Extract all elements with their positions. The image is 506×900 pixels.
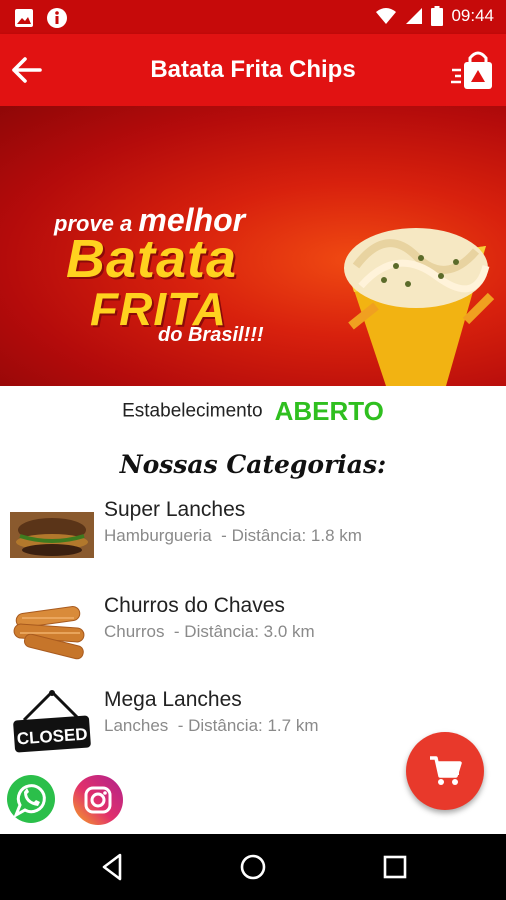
shopping-bag-icon[interactable] xyxy=(450,46,496,92)
battery-icon xyxy=(431,6,444,26)
recents-square-icon[interactable] xyxy=(380,852,410,882)
category-details: Lanches - Distância: 1.7 km xyxy=(104,716,319,735)
category-details: Hamburgueria - Distância: 1.8 km xyxy=(104,526,362,545)
burger-image xyxy=(10,512,94,558)
status-bar: 09:44 xyxy=(0,0,506,34)
whatsapp-icon[interactable] xyxy=(6,774,56,824)
churros-image xyxy=(13,606,85,660)
cart-button[interactable] xyxy=(406,732,484,810)
list-item[interactable]: Super Lanches Hamburgueria - Distância: … xyxy=(0,496,506,576)
open-status-badge: ABERTO xyxy=(274,396,384,426)
banner-line-2: Batata xyxy=(66,229,238,289)
wifi-icon xyxy=(376,8,397,24)
image-icon xyxy=(15,9,33,27)
clock: 09:44 xyxy=(451,6,494,25)
category-name: Super Lanches xyxy=(104,498,246,521)
home-circle-icon[interactable] xyxy=(238,852,268,882)
fries-cone-image xyxy=(344,228,495,386)
shopping-cart-icon xyxy=(430,756,462,785)
info-icon xyxy=(47,8,67,28)
closed-sign-image: CLOSED xyxy=(13,690,91,753)
establishment-label: Estabelecimento xyxy=(122,400,263,422)
categories-heading: Nossas Categorias: xyxy=(119,450,387,479)
promo-banner[interactable]: prove a melhor Batata FRITA do Brasil!!! xyxy=(0,106,506,386)
system-nav-bar xyxy=(0,834,506,900)
banner-line-4: do Brasil!!! xyxy=(158,324,264,346)
category-name: Mega Lanches xyxy=(104,688,242,711)
back-triangle-icon[interactable] xyxy=(98,852,128,882)
app-bar: Batata Frita Chips xyxy=(0,34,506,106)
category-name: Churros do Chaves xyxy=(104,594,285,617)
page-title: Batata Frita Chips xyxy=(150,56,356,83)
category-details: Churros - Distância: 3.0 km xyxy=(104,622,315,641)
signal-icon xyxy=(406,8,423,24)
instagram-icon[interactable] xyxy=(72,774,124,826)
establishment-status: Estabelecimento ABERTO xyxy=(0,396,506,427)
list-item[interactable]: Churros do Chaves Churros - Distância: 3… xyxy=(0,592,506,672)
